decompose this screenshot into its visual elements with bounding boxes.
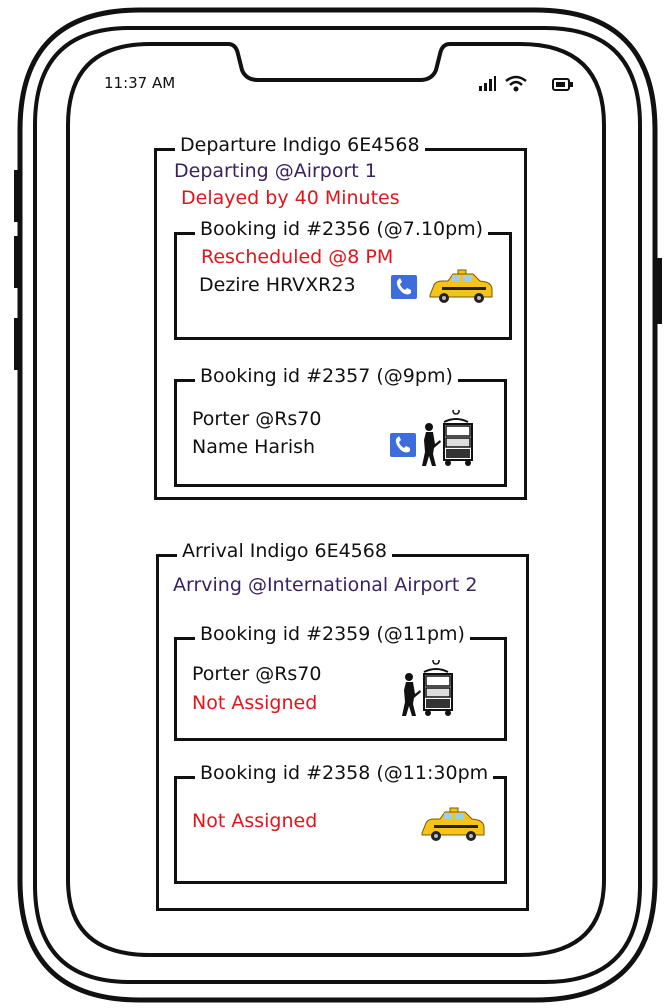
departure-location: Departing @Airport 1 <box>174 160 377 182</box>
booking-2357-name: Name Harish <box>192 436 316 458</box>
booking-2357-service: Porter @Rs70 <box>192 408 322 430</box>
booking-2359-legend: Booking id #2359 (@11pm) <box>195 623 470 645</box>
signal-icon <box>479 76 496 91</box>
booking-2356-status: Rescheduled @8 PM <box>201 246 394 268</box>
departure-delay: Delayed by 40 Minutes <box>181 187 400 209</box>
booking-2359-service: Porter @Rs70 <box>192 663 322 685</box>
call-button-2356[interactable] <box>391 275 417 299</box>
booking-2358-status: Not Assigned <box>192 810 318 832</box>
call-button-2357[interactable] <box>390 433 416 457</box>
taxi-image <box>414 800 490 852</box>
porter-image <box>418 407 484 468</box>
status-time: 11:37 AM <box>104 74 176 92</box>
taxi-icon <box>429 269 493 303</box>
departure-legend: Departure Indigo 6E4568 <box>175 134 425 156</box>
booking-2357-legend: Booking id #2357 (@9pm) <box>195 365 458 387</box>
booking-2358-legend: Booking id #2358 (@11:30pm <box>195 762 494 784</box>
porter-image <box>398 657 464 718</box>
taxi-image <box>422 262 498 314</box>
arrival-legend: Arrival Indigo 6E4568 <box>177 540 392 562</box>
phone-icon <box>396 278 411 295</box>
booking-2356-legend: Booking id #2356 (@7.10pm) <box>195 218 489 240</box>
wifi-icon <box>505 75 527 92</box>
booking-2356-vehicle: Dezire HRVXR23 <box>199 274 356 296</box>
phone-icon <box>395 436 410 453</box>
porter-icon <box>402 657 453 716</box>
battery-icon <box>552 78 573 91</box>
porter-icon <box>422 407 473 466</box>
taxi-icon <box>421 807 485 841</box>
booking-2359-status: Not Assigned <box>192 692 318 714</box>
arrival-location: Arrving @International Airport 2 <box>173 574 478 596</box>
